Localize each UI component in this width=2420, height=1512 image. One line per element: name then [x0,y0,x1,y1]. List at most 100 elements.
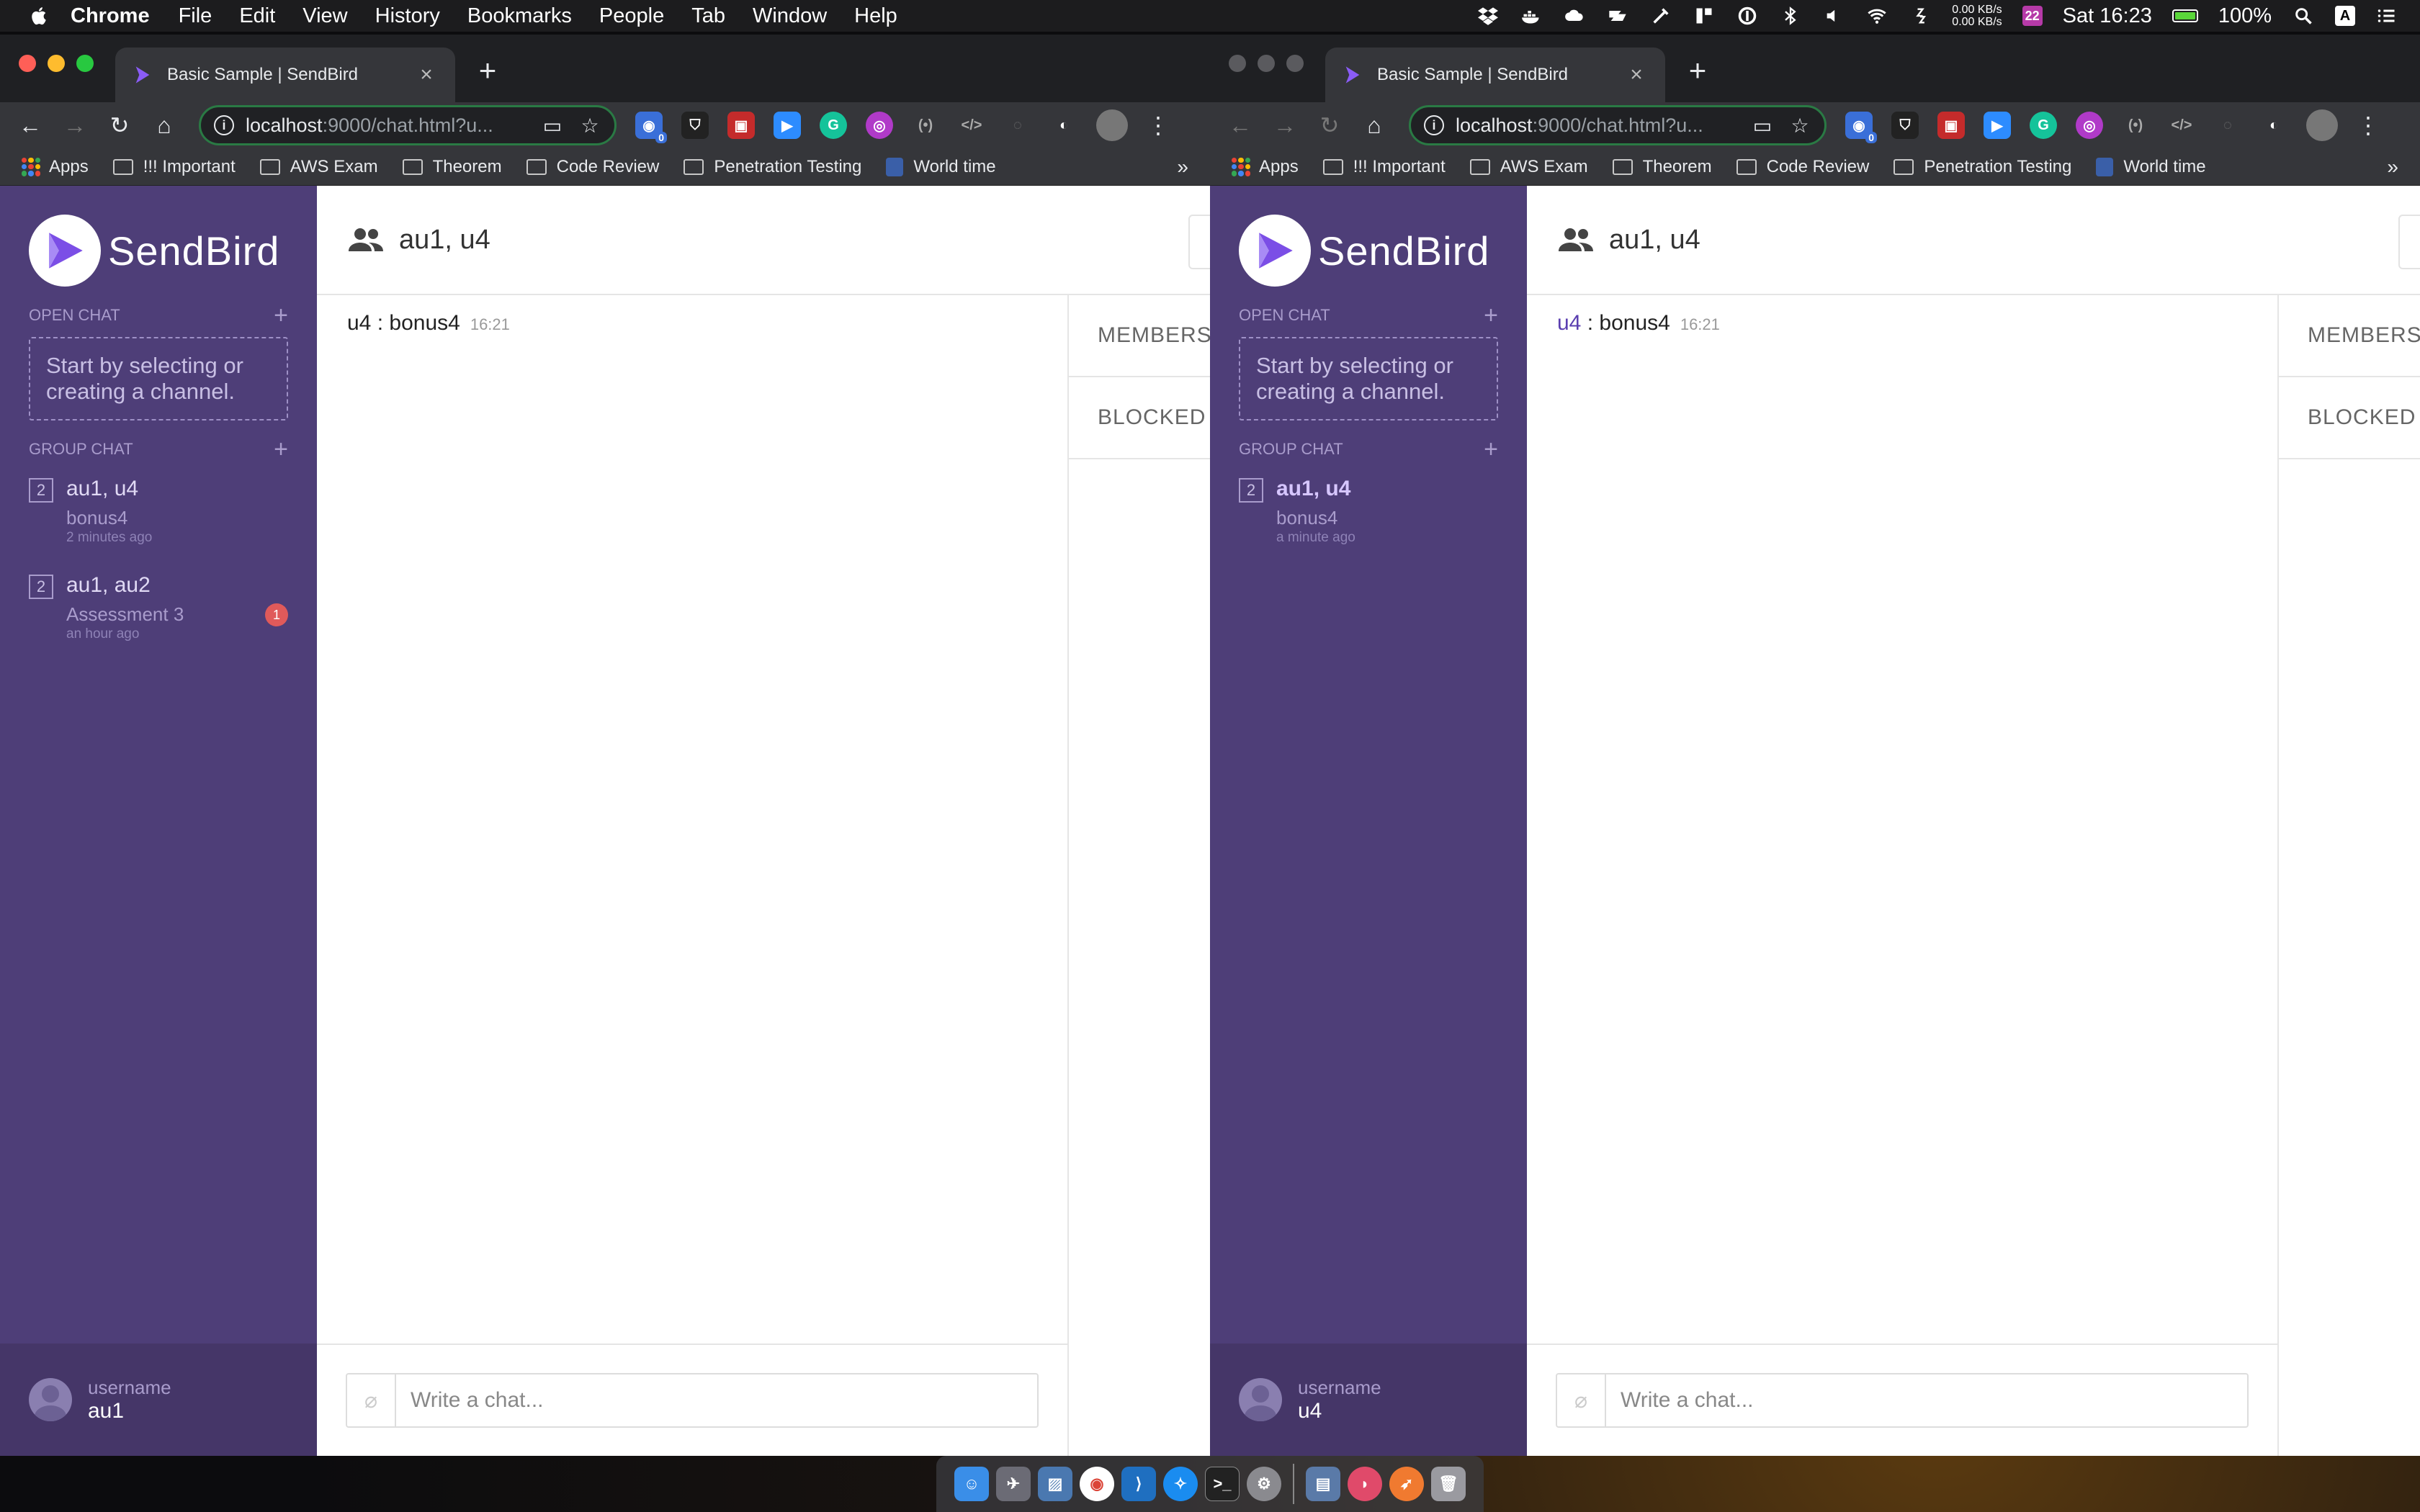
open-chat-empty-state[interactable]: Start by selecting or creating a channel… [1239,337,1498,420]
chrome-menu-icon[interactable]: ⋮ [2357,112,2380,139]
extension-circle-icon[interactable]: ◌ [1004,112,1031,139]
vscode-icon[interactable]: ⟩ [1121,1467,1156,1501]
add-group-chat-icon[interactable]: + [274,436,288,464]
cloud-icon[interactable] [1563,5,1586,27]
kiss-app-icon[interactable]: ◗ [1348,1467,1382,1501]
extension-code-icon[interactable]: </> [2168,112,2195,139]
attach-file-icon[interactable]: ⌀ [347,1374,396,1426]
message-input[interactable] [1606,1374,2247,1426]
bookmark-theorem[interactable]: Theorem [1612,157,1712,177]
minimize-window-button[interactable] [48,55,65,72]
user-footer[interactable]: username au1 [0,1344,317,1456]
network-speed[interactable]: 0.00 KB/s 0.00 KB/s [1952,4,2002,28]
trash-icon[interactable]: 🗑 [1431,1467,1466,1501]
menu-tab[interactable]: Tab [691,4,725,28]
bookmark-world-time[interactable]: World time [886,157,996,177]
menu-edit[interactable]: Edit [239,4,275,28]
tab-close-icon[interactable]: × [415,63,438,87]
bookmark-theorem[interactable]: Theorem [402,157,502,177]
close-window-button[interactable] [1229,55,1246,72]
calendar-icon[interactable]: 22 [2022,6,2043,26]
bookmark-important[interactable]: !!! Important [1322,157,1446,177]
dropbox-icon[interactable] [1476,5,1500,27]
tab-close-icon[interactable]: × [1625,63,1648,87]
preview-icon[interactable]: ▨ [1038,1467,1072,1501]
group-channel-item[interactable]: 2 au1, au2 Assessment 3 an hour ago 1 [0,567,317,657]
extension-shield-icon[interactable]: ⛉ [1891,112,1919,139]
grammarly-icon[interactable]: G [2030,112,2057,139]
group-channel-item[interactable]: 2 au1, u4 bonus4 a minute ago [1210,471,1527,560]
user-footer[interactable]: username u4 [1210,1344,1527,1456]
attach-file-icon[interactable]: ⌀ [1557,1374,1606,1426]
spectacle-icon[interactable] [1693,5,1716,27]
add-open-chat-icon[interactable]: + [274,302,288,330]
terminal-icon[interactable]: >_ [1205,1467,1240,1501]
input-source-icon[interactable]: A [2335,6,2355,26]
bookmark-world-time[interactable]: World time [2096,157,2206,177]
site-info-icon[interactable]: i [1424,115,1444,135]
menu-bookmarks[interactable]: Bookmarks [467,4,572,28]
finder-icon[interactable]: ☺ [954,1467,989,1501]
bookmark-penetration-testing[interactable]: Penetration Testing [684,157,861,177]
address-bar[interactable]: i localhost:9000/chat.html?u... ▭ ☆ [199,105,617,145]
new-tab-button[interactable]: + [1680,55,1716,91]
home-icon[interactable]: ⌂ [1358,109,1390,141]
menu-window[interactable]: Window [753,4,827,28]
close-window-button[interactable] [19,55,36,72]
battery-percent[interactable]: 100% [2218,4,2272,28]
minimize-window-button[interactable] [1258,55,1275,72]
bookmark-star-icon[interactable]: ☆ [1788,114,1811,138]
launchpad-icon[interactable]: ✈ [996,1467,1031,1501]
message-sender[interactable]: u4 [1557,311,1581,335]
profile-avatar[interactable] [2306,109,2338,141]
zoom-extension-icon[interactable]: ▶ [1984,112,2011,139]
profile-avatar[interactable] [1096,109,1128,141]
extension-badge-icon[interactable]: ◉ 0 [1845,112,1877,143]
group-channel-item[interactable]: 2 au1, u4 bonus4 2 minutes ago [0,471,317,560]
tab-blocked[interactable]: BLOCKED [1069,377,1210,459]
bookmark-important[interactable]: !!! Important [112,157,236,177]
browser-tab[interactable]: Basic Sample | SendBird × [1325,48,1665,102]
extension-badge-icon[interactable]: ◉ 0 [635,112,667,143]
reload-icon[interactable]: ↻ [104,109,135,141]
leave-channel-button[interactable] [1188,215,1210,269]
system-preferences-icon[interactable]: ⚙ [1247,1467,1281,1501]
bookmark-code-review[interactable]: Code Review [1736,157,1869,177]
bookmark-penetration-testing[interactable]: Penetration Testing [1894,157,2071,177]
extension-c-icon[interactable]: ◐ [1050,112,1077,139]
menu-people[interactable]: People [599,4,664,28]
bookmark-aws-exam[interactable]: AWS Exam [259,157,378,177]
extension-code-icon[interactable]: </> [958,112,985,139]
zoom-extension-icon[interactable]: ▶ [774,112,801,139]
clock[interactable]: Sat 16:23 [2063,4,2152,28]
message-sender[interactable]: u4 [347,311,371,335]
chrome-icon[interactable]: ◉ [1080,1467,1114,1501]
tab-members[interactable]: MEMBERS [1069,295,1210,377]
menu-file[interactable]: File [179,4,212,28]
grammarly-icon[interactable]: G [820,112,847,139]
forward-icon[interactable]: → [1269,109,1301,141]
bookmark-code-review[interactable]: Code Review [526,157,659,177]
bookmarks-overflow-icon[interactable]: » [2387,156,2398,179]
tab-blocked[interactable]: BLOCKED [2279,377,2420,459]
extension-shield-icon[interactable]: ⛉ [681,112,709,139]
postman-icon[interactable]: ➶ [1389,1467,1424,1501]
menu-history[interactable]: History [375,4,440,28]
tab-members[interactable]: MEMBERS [2279,295,2420,377]
cast-icon[interactable]: ▭ [1751,114,1774,138]
battery-icon[interactable] [2172,9,2198,22]
extension-c-icon[interactable]: ◐ [2260,112,2287,139]
address-bar[interactable]: i localhost:9000/chat.html?u... ▭ ☆ [1409,105,1827,145]
menu-help[interactable]: Help [854,4,897,28]
extension-purple-icon[interactable]: ◎ [2076,112,2103,139]
add-open-chat-icon[interactable]: + [1484,302,1498,330]
menu-app-name[interactable]: Chrome [71,4,150,28]
wifi-icon[interactable] [1865,5,1888,27]
extension-brackets-icon[interactable]: (•) [2122,112,2149,139]
volume-icon[interactable] [1822,5,1845,27]
add-group-chat-icon[interactable]: + [1484,436,1498,464]
extension-circle-icon[interactable]: ◌ [2214,112,2241,139]
bookmark-aws-exam[interactable]: AWS Exam [1469,157,1588,177]
reload-icon[interactable]: ↻ [1314,109,1345,141]
site-info-icon[interactable]: i [214,115,234,135]
